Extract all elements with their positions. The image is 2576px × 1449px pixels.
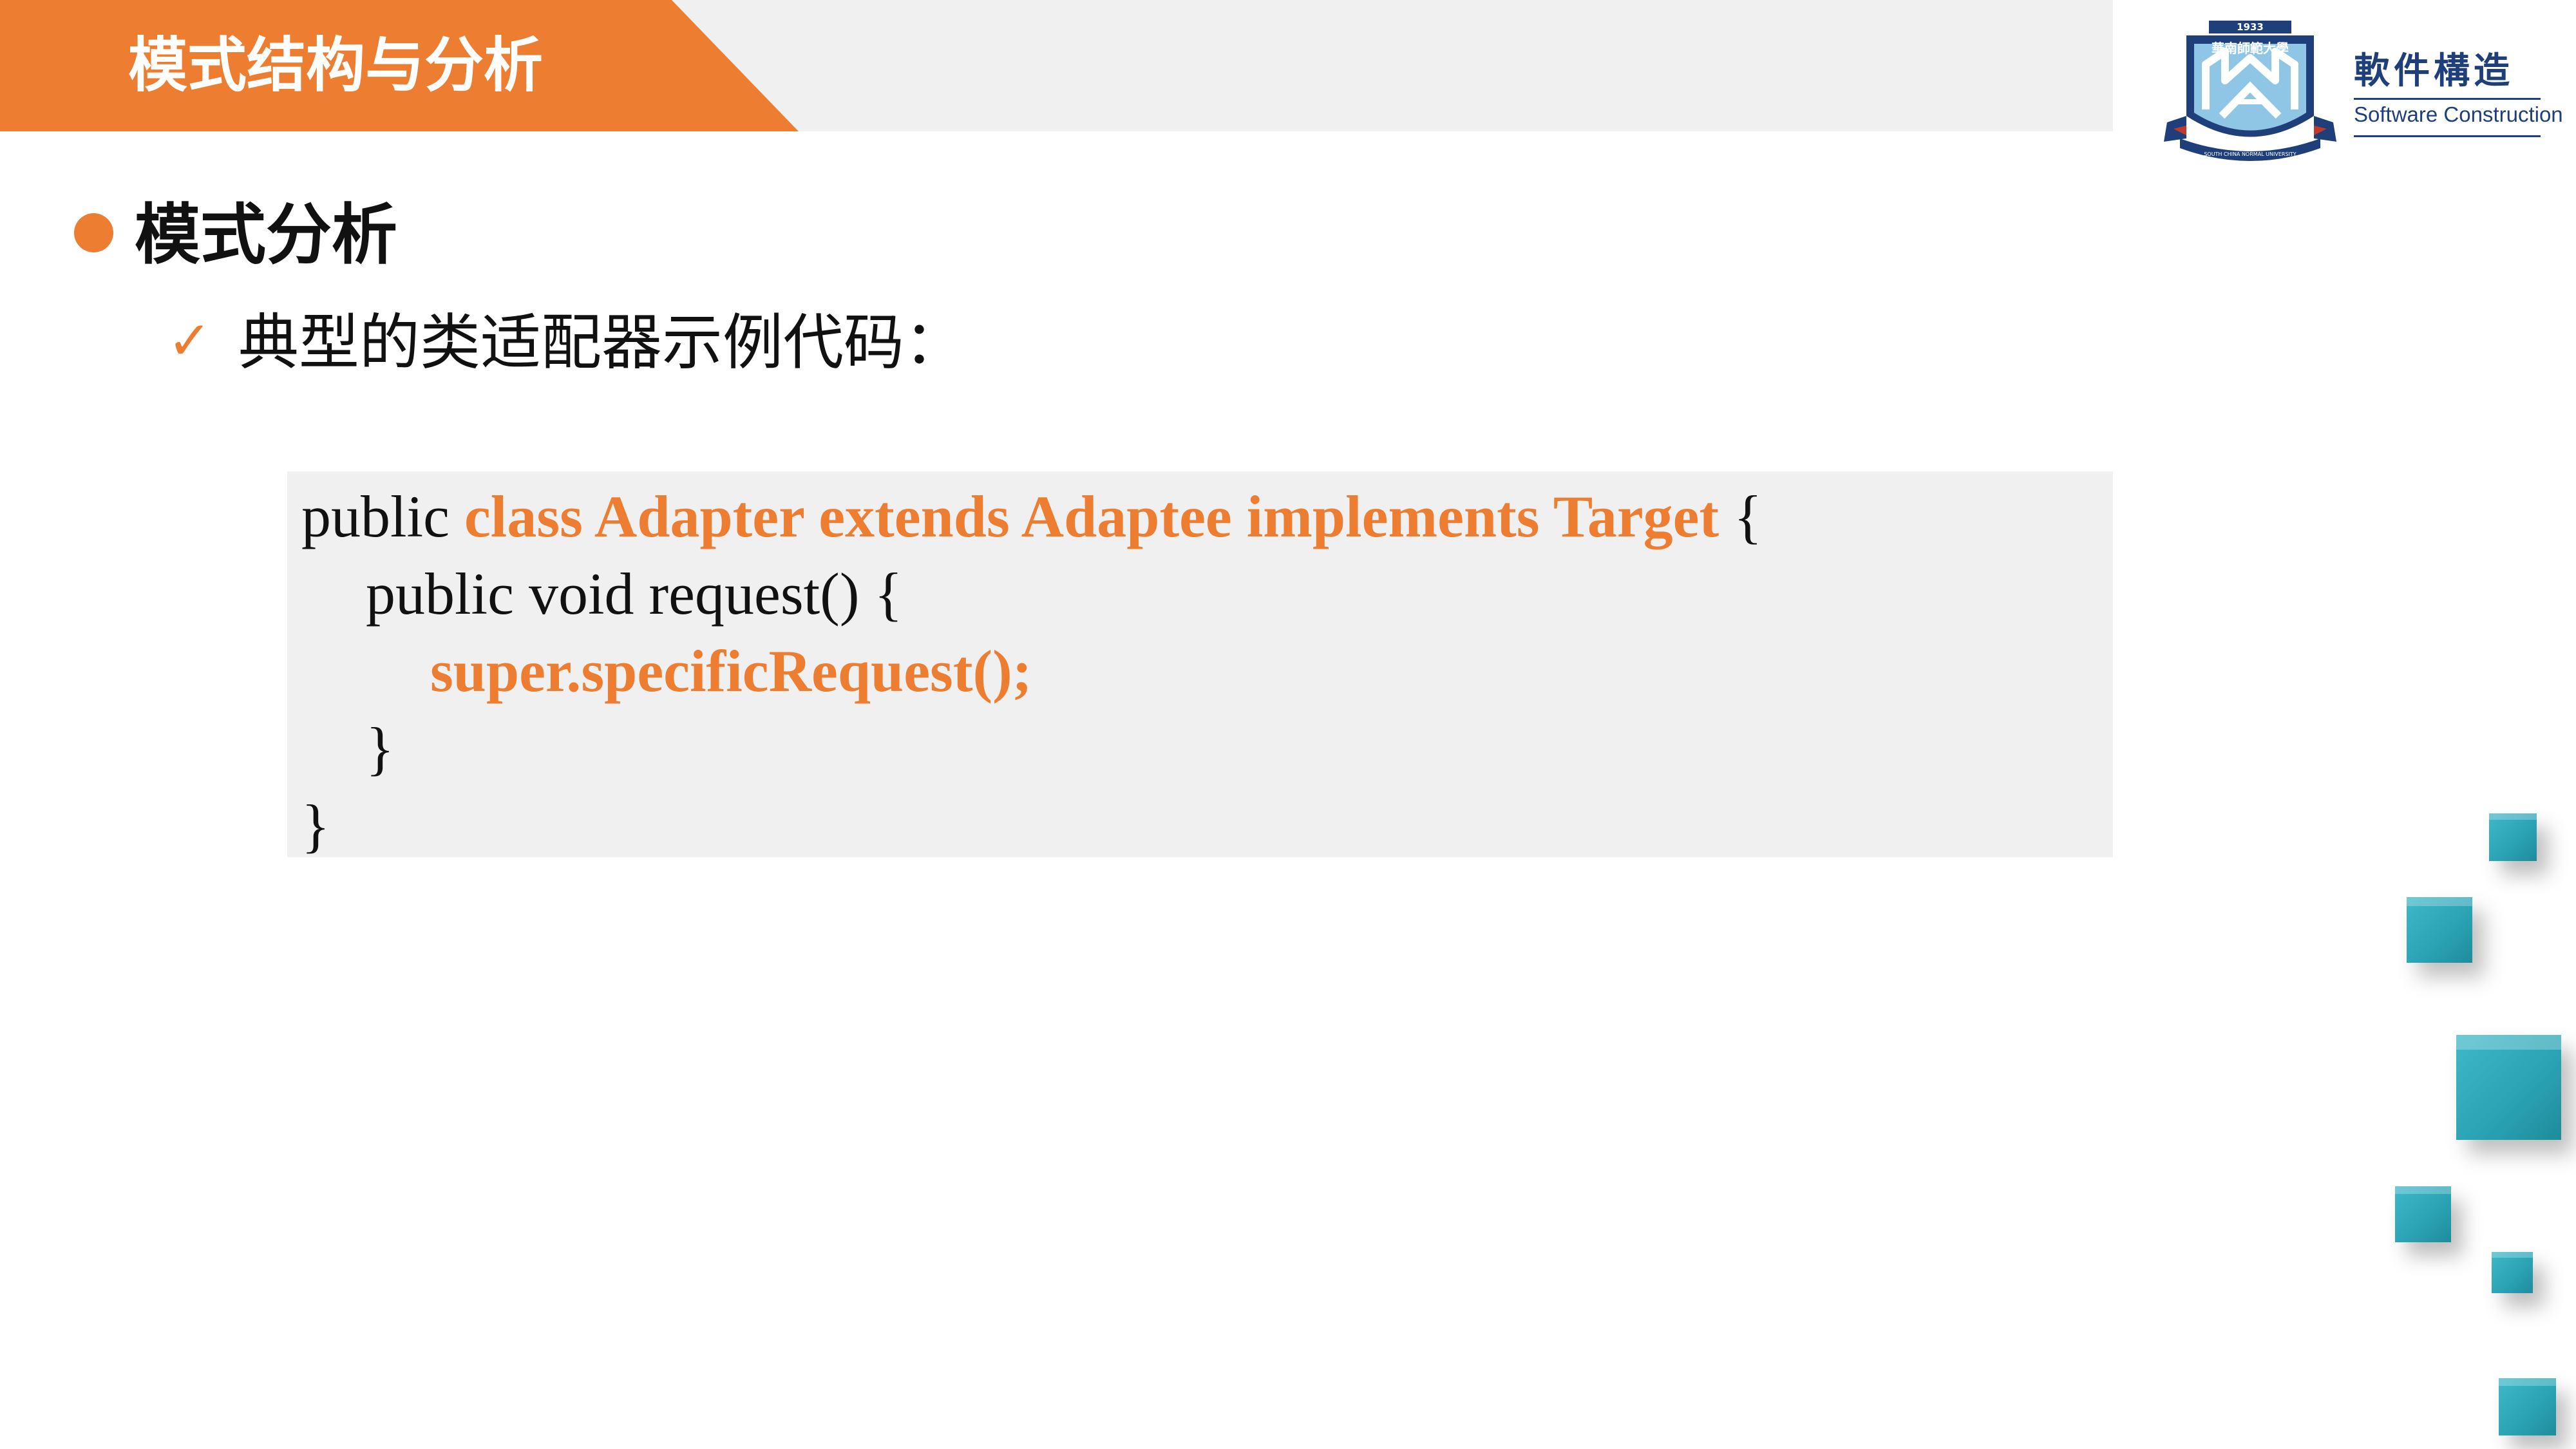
decorative-cube (2395, 1186, 2451, 1242)
code-line-1: public class Adapter extends Adaptee imp… (301, 478, 1762, 555)
slide-title: 模式结构与分析 (128, 31, 544, 100)
section-heading: 模式分析 (135, 197, 397, 274)
code-line-4: } (366, 715, 395, 781)
code-line-3: super.specificRequest(); (430, 638, 1032, 704)
check-mark-icon: ✓ (167, 310, 212, 372)
decorative-cube (2489, 813, 2537, 861)
university-emblem-icon: 1933 華南師範大學 SOUTH CHINA NORMAL UNIVERSIT… (2164, 21, 2336, 161)
decorative-cube (2407, 897, 2472, 963)
decorative-cube (2492, 1252, 2533, 1293)
code-keyword-public: public (301, 484, 464, 549)
logo-title-cn: 軟件構造 (2354, 50, 2514, 92)
logo-underline (2354, 135, 2541, 137)
emblem-ribbon-text: SOUTH CHINA NORMAL UNIVERSITY (2204, 151, 2296, 157)
logo-title-en: Software Construction (2354, 102, 2563, 126)
orange-dot-icon (74, 213, 113, 252)
code-open-brace: { (1719, 484, 1763, 549)
code-line-5: } (301, 793, 330, 858)
logo-divider (2354, 98, 2541, 100)
university-logo: 1933 華南師範大學 SOUTH CHINA NORMAL UNIVERSIT… (2161, 13, 2563, 161)
sub-item-text: 典型的类适配器示例代码： (238, 308, 965, 378)
emblem-name: 華南師範大學 (2211, 41, 2289, 56)
emblem-year: 1933 (2237, 21, 2264, 33)
code-line-2: public void request() { (366, 561, 903, 627)
decorative-cube (2499, 1378, 2556, 1435)
code-block: public class Adapter extends Adaptee imp… (287, 471, 2113, 858)
code-class-declaration: class Adapter extends Adaptee implements… (464, 484, 1719, 549)
decorative-cube (2456, 1035, 2561, 1140)
